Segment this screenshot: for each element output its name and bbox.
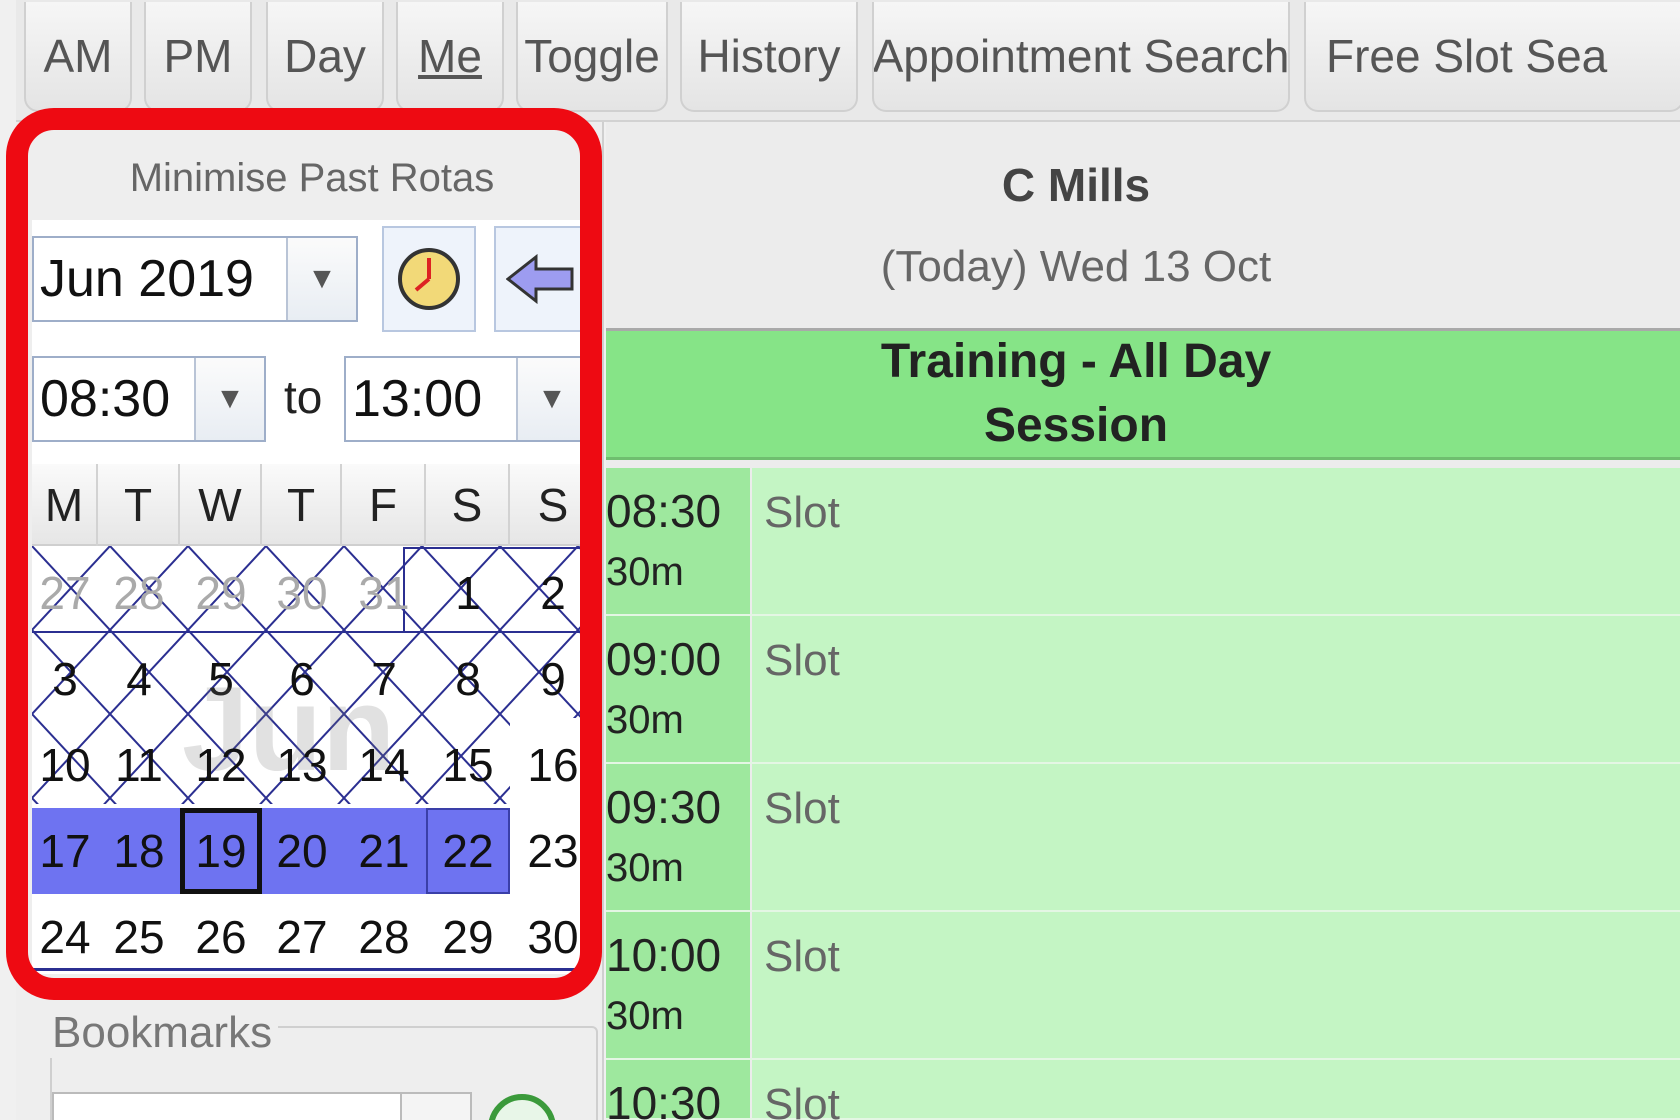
slot-duration: 30m bbox=[606, 550, 684, 594]
day-header-wed: W bbox=[180, 464, 262, 546]
tab-me[interactable]: Me bbox=[396, 2, 504, 112]
start-time-select[interactable]: 08:30 ▼ bbox=[32, 356, 266, 442]
day-header-fri: F bbox=[342, 464, 426, 546]
calendar-day[interactable]: 10 bbox=[32, 722, 98, 808]
session-header[interactable]: Training - All Day Session bbox=[606, 328, 1680, 460]
tab-toggle[interactable]: Toggle bbox=[516, 2, 668, 112]
calendar-day[interactable]: 11 bbox=[98, 722, 180, 808]
calendar-day[interactable]: 9 bbox=[510, 636, 596, 722]
current-time-button[interactable] bbox=[382, 226, 476, 332]
calendar-day[interactable]: 27 bbox=[32, 550, 98, 636]
slot-body: Slot bbox=[752, 468, 1680, 614]
slot-body: Slot bbox=[752, 764, 1680, 910]
slot-label: Slot bbox=[764, 636, 840, 685]
appointment-slot[interactable]: 10:00 30m Slot bbox=[606, 912, 1680, 1060]
calendar-day-selected[interactable]: 18 bbox=[98, 808, 180, 894]
calendar-day-selected[interactable]: 17 bbox=[32, 808, 98, 894]
calendar-day[interactable]: 15 bbox=[426, 722, 510, 808]
slot-time: 09:30 bbox=[606, 781, 722, 833]
calendar-day[interactable]: 4 bbox=[98, 636, 180, 722]
month-select-value: Jun 2019 bbox=[40, 250, 254, 308]
slot-duration: 30m bbox=[606, 698, 684, 742]
chevron-down-icon: ▼ bbox=[194, 358, 264, 440]
clinician-name: C Mills bbox=[1001, 159, 1151, 211]
calendar-day-selected[interactable]: 20 bbox=[262, 808, 342, 894]
day-header-thu: T bbox=[262, 464, 342, 546]
calendar-day[interactable]: 31 bbox=[342, 550, 426, 636]
slot-time-column: 10:00 30m bbox=[606, 912, 750, 1058]
tab-am[interactable]: AM bbox=[24, 2, 132, 112]
appointment-slot[interactable]: 08:30 30m Slot bbox=[606, 468, 1680, 616]
chevron-down-icon: ▼ bbox=[286, 238, 356, 320]
day-view-panel: C Mills (Today) Wed 13 Oct Training - Al… bbox=[606, 122, 1680, 1120]
slot-time: 09:00 bbox=[606, 633, 722, 685]
chevron-down-icon: ▼ bbox=[516, 358, 586, 440]
appointment-slot[interactable]: 09:00 30m Slot bbox=[606, 616, 1680, 764]
calendar-day[interactable]: 14 bbox=[342, 722, 426, 808]
calendar-day[interactable]: 30 bbox=[262, 550, 342, 636]
calendar-day-selected[interactable]: 21 bbox=[342, 808, 426, 894]
back-button[interactable] bbox=[494, 226, 588, 332]
toolbar: AM PM Day Me Toggle History Appointment … bbox=[16, 0, 1680, 122]
calendar-day[interactable]: 2 bbox=[510, 550, 596, 636]
tab-history[interactable]: History bbox=[680, 2, 858, 112]
calendar-day[interactable]: 23 bbox=[510, 808, 596, 894]
calendar-day-current[interactable]: 19 bbox=[180, 808, 262, 894]
slot-duration: 30m bbox=[606, 994, 684, 1038]
day-header-tue: T bbox=[98, 464, 180, 546]
day-header-sun: S bbox=[537, 479, 569, 531]
calendar-day-selected[interactable]: 22 bbox=[426, 808, 510, 894]
slot-duration: 30m bbox=[606, 846, 684, 890]
day-header-mon: M bbox=[32, 464, 98, 546]
tab-day[interactable]: Day bbox=[266, 2, 384, 112]
clock-icon bbox=[398, 248, 460, 310]
calendar-day[interactable]: 8 bbox=[426, 636, 510, 722]
slot-body: Slot bbox=[752, 1060, 1680, 1120]
session-title-line1: Training - All Day bbox=[880, 335, 1272, 388]
slot-time-column: 10:30 bbox=[606, 1060, 750, 1120]
calendar-day[interactable]: 3 bbox=[32, 636, 98, 722]
calendar-day[interactable]: 16 bbox=[510, 722, 596, 808]
slot-body: Slot bbox=[752, 616, 1680, 762]
minimise-past-rotas-button[interactable]: Minimise Past Rotas bbox=[32, 136, 592, 220]
calendar-day[interactable]: 13 bbox=[262, 722, 342, 808]
appointment-book-window: AM PM Day Me Toggle History Appointment … bbox=[0, 0, 1680, 1120]
day-header-sat: S bbox=[426, 464, 510, 546]
session-title-line2: Session bbox=[983, 399, 1169, 452]
calendar-day-headers: M T W T F S S bbox=[32, 464, 596, 546]
current-date: (Today) Wed 13 Oct bbox=[880, 242, 1272, 291]
calendar-day[interactable]: 12 bbox=[180, 722, 262, 808]
slot-time-column: 09:00 30m bbox=[606, 616, 750, 762]
month-calendar: M T W T F S S 27 28 29 30 31 1 2 3 4 5 6… bbox=[32, 464, 596, 974]
month-select[interactable]: Jun 2019 ▼ bbox=[32, 236, 358, 322]
bookmarks-label: Bookmarks bbox=[46, 1008, 279, 1058]
end-time-value: 13:00 bbox=[352, 370, 483, 428]
calendar-day[interactable]: 29 bbox=[180, 550, 262, 636]
slot-label: Slot bbox=[764, 784, 840, 833]
calendar-day[interactable]: 28 bbox=[98, 550, 180, 636]
end-time-select[interactable]: 13:00 ▼ bbox=[344, 356, 588, 442]
calendar-day[interactable]: 1 bbox=[426, 550, 510, 636]
appointment-slot[interactable]: 10:30 Slot bbox=[606, 1060, 1680, 1120]
start-time-value: 08:30 bbox=[40, 370, 171, 428]
slot-time: 10:30 bbox=[606, 1077, 722, 1120]
slot-label: Slot bbox=[764, 932, 840, 981]
calendar-bottom-border bbox=[32, 968, 596, 971]
slot-label: Slot bbox=[764, 1080, 840, 1120]
tab-free-slot-search[interactable]: Free Slot Sea bbox=[1304, 2, 1680, 112]
slot-time: 08:30 bbox=[606, 485, 722, 537]
slot-time-column: 09:30 30m bbox=[606, 764, 750, 910]
slot-label: Slot bbox=[764, 488, 840, 537]
tab-pm[interactable]: PM bbox=[144, 2, 252, 112]
bookmarks-select[interactable] bbox=[52, 1092, 472, 1120]
appointment-slot[interactable]: 09:30 30m Slot bbox=[606, 764, 1680, 912]
tab-appointment-search[interactable]: Appointment Search bbox=[872, 2, 1290, 112]
time-range-to-label: to bbox=[284, 371, 323, 423]
slot-body: Slot bbox=[752, 912, 1680, 1058]
left-arrow-icon bbox=[506, 254, 574, 304]
chevron-down-icon bbox=[400, 1094, 470, 1120]
slot-time: 10:00 bbox=[606, 929, 722, 981]
slot-time-column: 08:30 30m bbox=[606, 468, 750, 614]
